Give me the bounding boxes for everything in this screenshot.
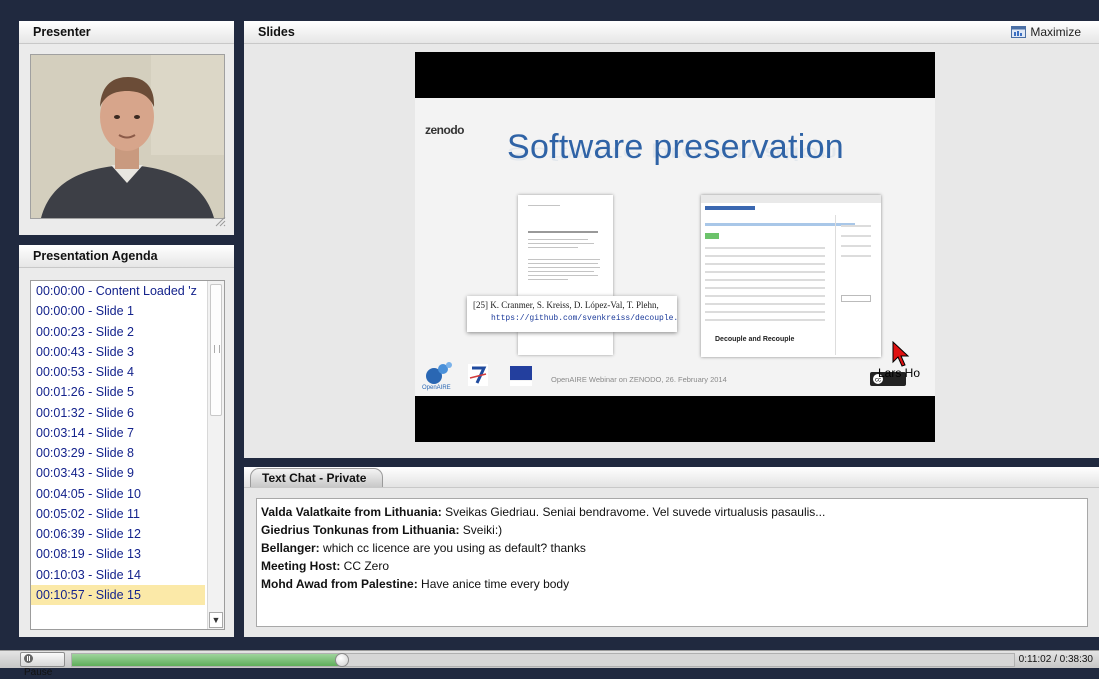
agenda-item[interactable]: 00:04:05 - Slide 10 bbox=[31, 484, 205, 504]
agenda-scrollbar-thumb[interactable] bbox=[210, 284, 222, 416]
citation-box: [25] K. Cranmer, S. Kreiss, D. López-Val… bbox=[467, 296, 679, 332]
agenda-item[interactable]: 00:01:32 - Slide 6 bbox=[31, 403, 205, 423]
zenodo-logo: zenodo bbox=[425, 123, 465, 137]
chat-tab-strip: Text Chat - Private bbox=[244, 467, 1099, 488]
openaire-label: OpenAIRE bbox=[422, 385, 451, 391]
chat-message: Bellanger: which cc licence are you usin… bbox=[261, 539, 1083, 557]
eu-caption-icon bbox=[510, 381, 532, 386]
presenter-video-image bbox=[31, 55, 224, 218]
chat-message: Valda Valatkaite from Lithuania: Sveikas… bbox=[261, 503, 1083, 521]
agenda-item[interactable]: 00:03:43 - Slide 9 bbox=[31, 463, 205, 483]
slide-content: zenodo Software preservation Software pr… bbox=[415, 98, 935, 396]
slides-panel: Slides Maximize zenodo Software preserva… bbox=[244, 21, 1099, 458]
presenter-panel-title: Presenter bbox=[19, 21, 234, 44]
citation-url: https://github.com/svenkreiss/decouple. bbox=[491, 314, 679, 323]
chat-sender: Meeting Host: bbox=[261, 559, 341, 573]
maximize-button[interactable]: Maximize bbox=[1011, 24, 1081, 40]
chat-text: Sveiki:) bbox=[459, 523, 503, 537]
presenter-name-overlay: Lars Ho bbox=[878, 366, 921, 380]
agenda-panel: Presentation Agenda 00:00:00 - Content L… bbox=[19, 245, 234, 637]
openaire-logo-icon bbox=[426, 362, 452, 384]
progress-fill bbox=[72, 654, 342, 666]
agenda-panel-title: Presentation Agenda bbox=[19, 245, 234, 268]
agenda-items: 00:00:00 - Content Loaded 'z 00:00:00 - … bbox=[31, 281, 205, 605]
playback-bar: Pause 0:11:02 / 0:38:30 bbox=[0, 650, 1099, 678]
chat-text: CC Zero bbox=[340, 559, 390, 573]
agenda-item[interactable]: 00:00:00 - Content Loaded 'z bbox=[31, 281, 205, 301]
tab-text-chat-private[interactable]: Text Chat - Private bbox=[250, 468, 383, 487]
chat-sender: Mohd Awad from Palestine: bbox=[261, 577, 418, 591]
partner-logo-icon bbox=[468, 364, 488, 386]
chat-text: Sveikas Giedriau. Seniai bendravome. Vel… bbox=[441, 505, 826, 519]
maximize-icon bbox=[1011, 26, 1027, 38]
agenda-item[interactable]: 00:00:00 - Slide 1 bbox=[31, 301, 205, 321]
agenda-item[interactable]: 00:05:02 - Slide 11 bbox=[31, 504, 205, 524]
chat-panel: Text Chat - Private Valda Valatkaite fro… bbox=[244, 467, 1099, 637]
chat-message: Mohd Awad from Palestine: Have anice tim… bbox=[261, 575, 1083, 593]
pause-label: Pause bbox=[24, 667, 53, 678]
eu-flag-icon bbox=[510, 366, 532, 380]
chat-sender: Valda Valatkaite from Lithuania: bbox=[261, 505, 442, 519]
agenda-item[interactable]: 00:00:53 - Slide 4 bbox=[31, 362, 205, 382]
slides-title: Slides bbox=[258, 25, 295, 39]
agenda-item[interactable]: 00:00:43 - Slide 3 bbox=[31, 342, 205, 362]
pause-button[interactable]: Pause bbox=[20, 652, 65, 678]
chat-sender: Bellanger: bbox=[261, 541, 320, 555]
progress-slider[interactable] bbox=[71, 653, 1015, 667]
scroll-down-arrow-icon[interactable]: ▼ bbox=[209, 612, 223, 628]
agenda-item-active[interactable]: 00:10:57 - Slide 15 bbox=[31, 584, 205, 605]
slide-footer: OpenAIRE Webinar on ZENODO, 26. February… bbox=[551, 375, 727, 384]
agenda-item[interactable]: 00:03:29 - Slide 8 bbox=[31, 443, 205, 463]
agenda-item[interactable]: 00:10:03 - Slide 14 bbox=[31, 565, 205, 585]
pointer-cursor-icon bbox=[892, 341, 910, 367]
grip-icon bbox=[214, 345, 220, 353]
agenda-item[interactable]: 00:00:23 - Slide 2 bbox=[31, 322, 205, 342]
slide-viewer: zenodo Software preservation Software pr… bbox=[415, 52, 935, 442]
agenda-item[interactable]: 00:01:26 - Slide 5 bbox=[31, 382, 205, 402]
maximize-label: Maximize bbox=[1030, 25, 1081, 39]
slide-title-reflection: Software preservation bbox=[507, 143, 838, 164]
resize-grip-icon[interactable] bbox=[214, 215, 226, 227]
chat-sender: Giedrius Tonkunas from Lithuania: bbox=[261, 523, 460, 537]
time-readout: 0:11:02 / 0:38:30 bbox=[1018, 654, 1093, 665]
chat-message: Meeting Host: CC Zero bbox=[261, 557, 1083, 575]
progress-handle[interactable] bbox=[334, 653, 349, 667]
agenda-item[interactable]: 00:08:19 - Slide 13 bbox=[31, 544, 205, 564]
browser-screenshot bbox=[701, 195, 881, 357]
agenda-item[interactable]: 00:06:39 - Slide 12 bbox=[31, 524, 205, 544]
browser-heading: Decouple and Recouple bbox=[715, 336, 795, 343]
slides-panel-title: Slides bbox=[244, 21, 1099, 44]
presenter-panel: Presenter bbox=[19, 21, 234, 235]
chat-text: which cc licence are you using as defaul… bbox=[319, 541, 586, 555]
agenda-scrollbar[interactable]: ▼ bbox=[207, 281, 224, 629]
citation-authors: [25] K. Cranmer, S. Kreiss, D. López-Val… bbox=[473, 300, 659, 310]
agenda-list[interactable]: 00:00:00 - Content Loaded 'z 00:00:00 - … bbox=[30, 280, 225, 630]
chat-message: Giedrius Tonkunas from Lithuania: Sveiki… bbox=[261, 521, 1083, 539]
chat-messages: Valda Valatkaite from Lithuania: Sveikas… bbox=[256, 498, 1088, 627]
chat-text: Have anice time every body bbox=[417, 577, 570, 591]
agenda-item[interactable]: 00:03:14 - Slide 7 bbox=[31, 423, 205, 443]
presenter-video bbox=[30, 54, 225, 219]
pause-icon bbox=[24, 654, 33, 663]
